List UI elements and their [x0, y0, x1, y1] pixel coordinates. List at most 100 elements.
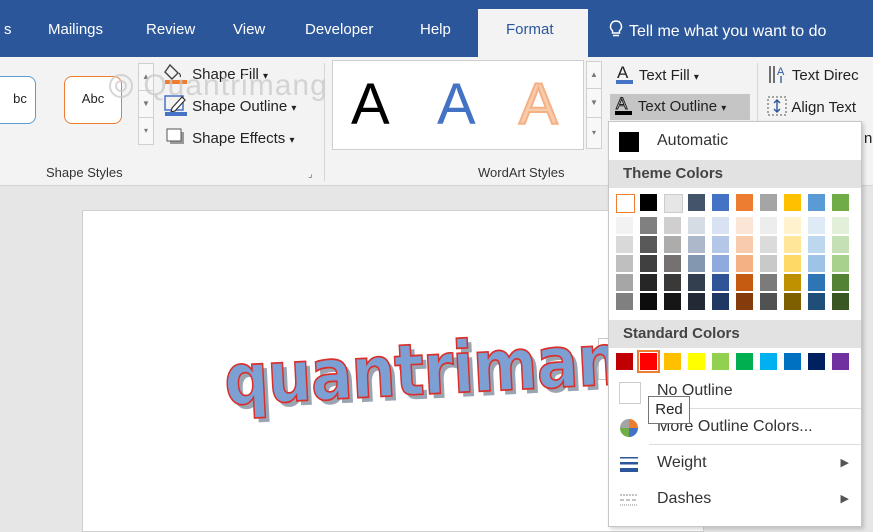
- theme-shade-swatch[interactable]: [808, 293, 825, 310]
- theme-shade-swatch[interactable]: [808, 236, 825, 253]
- wordart-scroll-up[interactable]: ▲: [586, 61, 602, 89]
- tab-format[interactable]: Format: [478, 9, 588, 57]
- theme-shade-swatch[interactable]: [760, 217, 777, 234]
- text-direction-button[interactable]: A Text Direc: [766, 63, 859, 85]
- theme-shade-swatch[interactable]: [712, 217, 729, 234]
- theme-shade-swatch[interactable]: [712, 236, 729, 253]
- tab-developer[interactable]: Developer: [305, 21, 373, 38]
- theme-shade-swatch[interactable]: [712, 274, 729, 291]
- theme-shade-swatch[interactable]: [784, 274, 801, 291]
- theme-shade-swatch[interactable]: [736, 274, 753, 291]
- menu-weight[interactable]: Weight ▶: [609, 448, 861, 478]
- text-effects-fragment[interactable]: n: [864, 130, 872, 147]
- standard-color-swatch[interactable]: [760, 353, 777, 370]
- theme-shade-swatch[interactable]: [784, 217, 801, 234]
- wordart-sample-black[interactable]: A: [351, 75, 390, 135]
- theme-shade-swatch[interactable]: [808, 255, 825, 272]
- theme-shade-swatch[interactable]: [640, 255, 657, 272]
- group-label-wordart-styles: WordArt Styles: [478, 165, 565, 180]
- standard-color-swatch[interactable]: [832, 353, 849, 370]
- theme-shade-swatch[interactable]: [688, 293, 705, 310]
- theme-shade-swatch[interactable]: [664, 236, 681, 253]
- theme-shade-swatch[interactable]: [808, 274, 825, 291]
- theme-shade-swatch[interactable]: [664, 217, 681, 234]
- standard-color-swatch[interactable]: [808, 353, 825, 370]
- wordart-more[interactable]: ▾: [586, 117, 602, 149]
- theme-shade-swatch[interactable]: [664, 255, 681, 272]
- theme-shade-swatch[interactable]: [688, 217, 705, 234]
- theme-shade-swatch[interactable]: [784, 255, 801, 272]
- standard-color-swatch[interactable]: [784, 353, 801, 370]
- theme-shade-swatch[interactable]: [616, 293, 633, 310]
- shape-effects-button[interactable]: Shape Effects ▾: [164, 126, 295, 148]
- theme-shade-swatch[interactable]: [664, 293, 681, 310]
- theme-shade-swatch[interactable]: [784, 236, 801, 253]
- theme-shade-swatch[interactable]: [688, 274, 705, 291]
- theme-shade-swatch[interactable]: [712, 293, 729, 310]
- theme-shade-swatch[interactable]: [616, 274, 633, 291]
- menu-dashes[interactable]: Dashes ▶: [609, 484, 861, 514]
- theme-color-swatch[interactable]: [760, 194, 777, 211]
- standard-color-swatch[interactable]: [637, 350, 660, 373]
- theme-shade-swatch[interactable]: [760, 236, 777, 253]
- theme-shade-swatch[interactable]: [832, 236, 849, 253]
- standard-color-swatch[interactable]: [688, 353, 705, 370]
- theme-shade-swatch[interactable]: [832, 293, 849, 310]
- shape-style-preset-1[interactable]: bc: [0, 76, 36, 124]
- theme-shade-swatch[interactable]: [640, 236, 657, 253]
- theme-shade-swatch[interactable]: [688, 255, 705, 272]
- theme-shade-swatch[interactable]: [832, 217, 849, 234]
- standard-color-swatch[interactable]: [664, 353, 681, 370]
- theme-shade-swatch[interactable]: [784, 293, 801, 310]
- theme-shade-swatch[interactable]: [640, 217, 657, 234]
- tab-review[interactable]: Review: [146, 21, 195, 38]
- theme-shade-swatch[interactable]: [616, 255, 633, 272]
- theme-shade-swatch[interactable]: [664, 274, 681, 291]
- wordart-sample-orange[interactable]: A: [518, 74, 559, 136]
- shape-styles-more[interactable]: ▾: [138, 117, 154, 145]
- tab-view[interactable]: View: [233, 21, 265, 38]
- standard-color-swatch[interactable]: [616, 353, 633, 370]
- theme-shade-swatch[interactable]: [616, 217, 633, 234]
- theme-shade-swatch[interactable]: [736, 293, 753, 310]
- wordart-sample-blue[interactable]: A: [437, 75, 476, 135]
- theme-shade-swatch[interactable]: [832, 255, 849, 272]
- theme-color-swatch[interactable]: [784, 194, 801, 211]
- theme-color-swatch[interactable]: [664, 194, 683, 213]
- menu-no-outline[interactable]: No Outline: [609, 376, 861, 406]
- dialog-launcher-icon[interactable]: ⌟: [308, 169, 313, 180]
- theme-color-swatch[interactable]: [688, 194, 705, 211]
- standard-color-swatch[interactable]: [712, 353, 729, 370]
- tab-home-fragment[interactable]: s: [4, 21, 12, 38]
- theme-shade-swatch[interactable]: [736, 236, 753, 253]
- weight-label: Weight: [657, 454, 707, 471]
- theme-shade-swatch[interactable]: [736, 217, 753, 234]
- wordart-scroll-down[interactable]: ▼: [586, 88, 602, 118]
- theme-color-swatch[interactable]: [808, 194, 825, 211]
- theme-color-swatch[interactable]: [736, 194, 753, 211]
- theme-shade-swatch[interactable]: [808, 217, 825, 234]
- theme-shade-swatch[interactable]: [616, 236, 633, 253]
- theme-color-swatch[interactable]: [712, 194, 729, 211]
- theme-shade-swatch[interactable]: [760, 255, 777, 272]
- menu-more-outline-colors[interactable]: More Outline Colors...: [609, 412, 861, 442]
- theme-shade-swatch[interactable]: [712, 255, 729, 272]
- text-fill-button[interactable]: A Text Fill ▾: [615, 63, 699, 85]
- theme-shade-swatch[interactable]: [736, 255, 753, 272]
- tell-me-search[interactable]: Tell me what you want to do: [609, 20, 826, 43]
- theme-shade-swatch[interactable]: [640, 274, 657, 291]
- menu-automatic[interactable]: Automatic: [609, 126, 861, 156]
- theme-shade-swatch[interactable]: [760, 293, 777, 310]
- tab-help[interactable]: Help: [420, 21, 451, 38]
- text-outline-button[interactable]: A Text Outline ▾: [610, 94, 750, 120]
- theme-color-swatch[interactable]: [832, 194, 849, 211]
- theme-shade-swatch[interactable]: [640, 293, 657, 310]
- theme-shade-swatch[interactable]: [832, 274, 849, 291]
- theme-shade-swatch[interactable]: [688, 236, 705, 253]
- tab-mailings[interactable]: Mailings: [48, 21, 103, 38]
- theme-color-swatch[interactable]: [616, 194, 635, 213]
- align-text-button[interactable]: Align Text: [766, 95, 856, 117]
- theme-color-swatch[interactable]: [640, 194, 657, 211]
- standard-color-swatch[interactable]: [736, 353, 753, 370]
- theme-shade-swatch[interactable]: [760, 274, 777, 291]
